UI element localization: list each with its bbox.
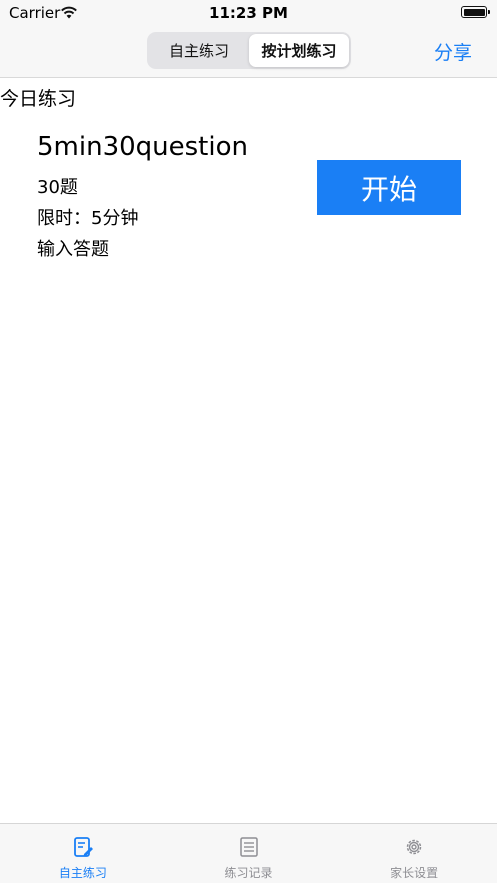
tab-practice-record[interactable]: 练习记录 <box>166 824 332 883</box>
tab-parent-settings[interactable]: 家长设置 <box>331 824 497 883</box>
practice-mode-segmented-control: 自主练习 按计划练习 <box>147 32 351 69</box>
segment-self-practice[interactable]: 自主练习 <box>149 34 249 67</box>
battery-icon <box>461 6 487 18</box>
clock: 11:23 PM <box>209 4 288 22</box>
plan-question-count: 30题 <box>37 177 78 198</box>
nav-bar: 自主练习 按计划练习 分享 <box>0 26 497 78</box>
plan-time-limit: 限时：5分钟 <box>37 208 139 229</box>
status-bar: Carrier 11:23 PM <box>0 0 497 26</box>
plan-name: 5min30question <box>37 132 248 162</box>
plan-answer-mode: 输入答题 <box>37 239 109 260</box>
practice-edit-icon <box>73 837 93 857</box>
start-button[interactable]: 开始 <box>317 160 461 215</box>
battery-tip <box>488 10 490 14</box>
tab-label: 练习记录 <box>224 866 273 880</box>
tab-label: 自主练习 <box>58 866 107 880</box>
tab-bar: 自主练习 练习记录 家长设置 <box>0 823 497 883</box>
share-button[interactable]: 分享 <box>434 38 472 65</box>
segment-plan-practice[interactable]: 按计划练习 <box>249 34 349 67</box>
gear-icon <box>406 839 422 855</box>
list-record-icon <box>239 837 258 857</box>
tab-self-practice[interactable]: 自主练习 <box>0 824 166 883</box>
tab-label: 家长设置 <box>390 866 439 880</box>
section-title: 今日练习 <box>0 88 77 110</box>
